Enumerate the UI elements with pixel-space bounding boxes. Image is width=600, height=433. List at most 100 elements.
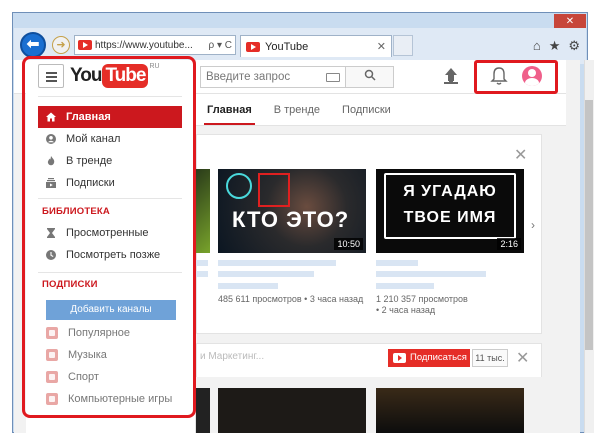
scrollbar-thumb[interactable] bbox=[585, 100, 593, 350]
sidebar-item-history[interactable]: Просмотренные bbox=[38, 222, 182, 244]
tab-title: YouTube bbox=[265, 40, 309, 53]
sidebar-item-subscriptions[interactable]: Подписки bbox=[38, 172, 182, 194]
hourglass-icon bbox=[47, 228, 55, 238]
upload-icon[interactable] bbox=[444, 68, 458, 84]
video-thumbnail[interactable] bbox=[196, 388, 210, 433]
divider bbox=[38, 96, 182, 97]
youtube-logo[interactable]: You Tube RU bbox=[70, 63, 160, 89]
subscriptions-icon bbox=[46, 178, 56, 188]
tab-youtube[interactable]: YouTube ✕ bbox=[240, 35, 392, 57]
search-input[interactable]: Введите запрос bbox=[200, 66, 346, 88]
address-bar[interactable]: https://www.youtube... ρ ▾ C bbox=[74, 35, 236, 55]
sport-icon bbox=[46, 371, 58, 383]
video-meta: • 2 часа назад bbox=[376, 305, 436, 315]
sidebar-item-trending[interactable]: В тренде bbox=[38, 150, 182, 172]
account-icon bbox=[46, 134, 56, 144]
dismiss-close-icon[interactable]: ✕ bbox=[516, 348, 529, 368]
add-channels-button[interactable]: Добавить каналы bbox=[46, 300, 176, 320]
sidebar-item-home[interactable]: Главная bbox=[38, 106, 182, 128]
sidebar-item-label: Просмотренные bbox=[66, 227, 149, 239]
subscription-label: Компьютерные игры bbox=[68, 393, 173, 405]
sidebar-item-label: Посмотреть позже bbox=[66, 249, 161, 261]
youtube-icon bbox=[393, 353, 406, 363]
thumb-decor bbox=[226, 173, 252, 199]
logo-you: You bbox=[70, 65, 103, 86]
subscription-item-sport[interactable]: Спорт bbox=[46, 368, 182, 386]
tab-close-icon[interactable]: ✕ bbox=[377, 40, 386, 53]
tab-subscriptions[interactable]: Подписки bbox=[331, 94, 402, 125]
favorites-star-icon[interactable]: ★ bbox=[549, 38, 561, 54]
new-tab-button[interactable] bbox=[393, 35, 413, 56]
logo-region: RU bbox=[149, 63, 160, 70]
video-thumbnail[interactable]: Я УГАДАЮ ТВОЕ ИМЯ 2:16 bbox=[376, 169, 524, 253]
video-age: 2 часа назад bbox=[381, 305, 436, 315]
chevron-right-icon[interactable]: › bbox=[531, 218, 535, 232]
sidebar-item-label: Мой канал bbox=[66, 133, 121, 145]
youtube-favicon-icon bbox=[246, 41, 260, 52]
section-title-library: БИБЛИОТЕКА bbox=[42, 206, 110, 217]
youtube-favicon-icon bbox=[78, 40, 92, 50]
music-icon bbox=[46, 349, 58, 361]
sidebar-item-watch-later[interactable]: Посмотреть позже bbox=[38, 244, 182, 266]
tab-home[interactable]: Главная bbox=[196, 94, 263, 125]
tab-trending[interactable]: В тренде bbox=[263, 94, 331, 125]
settings-gear-icon[interactable]: ⚙ bbox=[568, 38, 580, 54]
thumbnail-overlay-text: КТО ЭТО? bbox=[232, 207, 350, 232]
thumb-decor bbox=[258, 173, 290, 207]
video-title-placeholder bbox=[376, 271, 486, 277]
clock-icon bbox=[46, 250, 56, 260]
video-title-placeholder bbox=[196, 260, 208, 266]
video-duration: 2:16 bbox=[497, 238, 521, 250]
dismiss-close-icon[interactable]: ✕ bbox=[514, 145, 527, 165]
subscription-label: Спорт bbox=[68, 371, 99, 383]
sidebar-item-label: Подписки bbox=[66, 177, 115, 189]
keyboard-icon[interactable] bbox=[326, 72, 340, 82]
browser-right-tools: ⌂ ★ ⚙ bbox=[533, 38, 580, 54]
logo-tube: Tube bbox=[102, 64, 149, 88]
address-tools-icon[interactable]: ρ ▾ C bbox=[209, 40, 233, 51]
forward-button[interactable]: ➜ bbox=[52, 36, 70, 54]
flame-icon bbox=[47, 156, 55, 166]
subscription-label: Музыка bbox=[68, 349, 107, 361]
search-placeholder: Введите запрос bbox=[206, 71, 291, 83]
subscription-item-games[interactable]: Компьютерные игры bbox=[46, 390, 182, 408]
video-title-placeholder bbox=[218, 260, 336, 266]
subscription-label: Популярное bbox=[68, 327, 131, 339]
subscription-item-music[interactable]: Музыка bbox=[46, 346, 182, 364]
video-title-placeholder bbox=[376, 260, 418, 266]
video-duration: 10:50 bbox=[334, 238, 363, 250]
thumbnail-overlay-text: ТВОЕ ИМЯ bbox=[403, 209, 497, 226]
sidebar-item-label: Главная bbox=[66, 111, 111, 123]
video-age: 3 часа назад bbox=[309, 294, 364, 304]
home-icon bbox=[46, 112, 56, 122]
video-thumbnail[interactable]: КТО ЭТО? 10:50 bbox=[218, 169, 366, 253]
thumbnail-overlay-text: Я УГАДАЮ bbox=[403, 183, 497, 200]
search-button[interactable] bbox=[346, 66, 394, 88]
gamepad-icon bbox=[46, 393, 58, 405]
video-channel-placeholder bbox=[376, 283, 434, 289]
content-tabs: Главная В тренде Подписки bbox=[196, 94, 566, 126]
sidebar-item-my-channel[interactable]: Мой канал bbox=[38, 128, 182, 150]
home-icon[interactable]: ⌂ bbox=[533, 38, 541, 54]
subscribe-label: Подписаться bbox=[410, 352, 467, 363]
video-channel-placeholder bbox=[218, 283, 278, 289]
divider bbox=[38, 272, 182, 273]
subscription-item-popular[interactable]: Популярное bbox=[46, 324, 182, 342]
video-title-placeholder bbox=[196, 271, 208, 277]
divider bbox=[38, 198, 182, 199]
star-icon bbox=[46, 327, 58, 339]
video-thumbnail[interactable] bbox=[376, 388, 524, 433]
address-url[interactable]: https://www.youtube... bbox=[95, 40, 206, 51]
subscribe-button[interactable]: Подписаться bbox=[388, 349, 470, 367]
header-icons-highlight bbox=[474, 60, 558, 94]
back-button[interactable]: ⬅ bbox=[20, 32, 46, 58]
video-meta: 485 611 просмотров • 3 часа назад bbox=[218, 294, 364, 304]
video-thumbnail[interactable] bbox=[196, 169, 210, 253]
video-views: 485 611 просмотров bbox=[218, 294, 302, 304]
menu-button[interactable] bbox=[38, 64, 64, 88]
video-thumbnail[interactable] bbox=[218, 388, 366, 433]
section-title-subscriptions: ПОДПИСКИ bbox=[42, 279, 98, 290]
video-title-placeholder bbox=[218, 271, 314, 277]
video-views: 1 210 357 просмотров bbox=[376, 294, 468, 304]
channel-name[interactable]: и Маркетинг... bbox=[200, 351, 264, 362]
